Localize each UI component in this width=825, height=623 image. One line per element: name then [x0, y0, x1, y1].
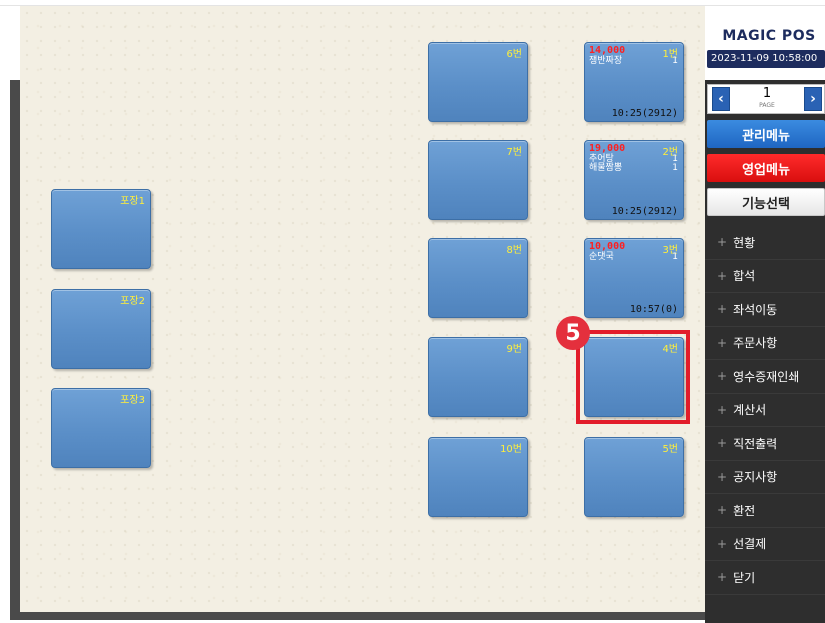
table-1[interactable]: 14,000 1번 쟁반짜장 1 10:25(2912) [584, 42, 684, 122]
order-item: 순댓국 1 [589, 253, 678, 262]
order-item-qty: 1 [672, 163, 678, 173]
page-navigator: ‹ 1 PAGE › [707, 84, 825, 114]
table-time: 10:25(2912) [611, 206, 678, 217]
highlight-box [576, 330, 690, 424]
panel-header: MAGIC POS 2023-11-09 10:58:00 [705, 6, 825, 80]
table-8[interactable]: 8번 [428, 238, 528, 318]
table-time: 10:57(0) [629, 304, 678, 315]
plus-icon: + [717, 503, 728, 518]
table-number: 8번 [506, 245, 522, 256]
menu-item-merge[interactable]: + 합석 [705, 260, 825, 293]
menu-item-order-notes[interactable]: + 주문사항 [705, 327, 825, 360]
plus-icon: + [717, 436, 728, 451]
side-panel: MAGIC POS 2023-11-09 10:58:00 ‹ 1 PAGE ›… [705, 6, 825, 623]
plus-icon: + [717, 570, 728, 585]
menu-item-prepay[interactable]: + 선결제 [705, 528, 825, 561]
datetime-display: 2023-11-09 10:58:00 [707, 50, 825, 68]
table-10[interactable]: 10번 [428, 437, 528, 517]
table-7[interactable]: 7번 [428, 140, 528, 220]
brand-logo: MAGIC POS [722, 28, 816, 44]
menu-item-label: 선결제 [733, 537, 767, 552]
menu-item-bill[interactable]: + 계산서 [705, 394, 825, 427]
order-items: 순댓국 1 [589, 253, 678, 262]
pos-screen: 6번 14,000 1번 쟁반짜장 1 10:25(2912) 7번 19,00… [0, 0, 825, 623]
floor-frame-left [10, 80, 20, 620]
plus-icon: + [717, 536, 728, 551]
takeout-3[interactable]: 포장3 [51, 388, 151, 468]
menu-item-label: 현황 [733, 235, 756, 250]
step-badge: 5 [556, 316, 590, 350]
order-items: 추어탕 1 해물짬뽕 1 [589, 155, 678, 173]
menu-item-label: 합석 [733, 269, 756, 284]
table-number: 포장1 [120, 196, 145, 207]
sales-menu-button[interactable]: 영업메뉴 [707, 154, 825, 182]
menu-item-label: 닫기 [733, 570, 756, 585]
menu-item-label: 영수증재인쇄 [733, 369, 800, 384]
table-amount: 14,000 [589, 45, 626, 56]
menu-item-label: 좌석이동 [733, 302, 778, 317]
plus-icon: + [717, 469, 728, 484]
menu-item-close[interactable]: + 닫기 [705, 561, 825, 595]
table-number: 포장2 [120, 296, 145, 307]
order-item-name: 쟁반짜장 [589, 56, 623, 66]
table-number: 5번 [662, 444, 678, 455]
chevron-left-icon[interactable]: ‹ [712, 87, 730, 111]
table-number: 6번 [506, 49, 522, 60]
plus-icon: + [717, 402, 728, 417]
plus-icon: + [717, 268, 728, 283]
table-number: 10번 [500, 444, 522, 455]
menu-item-status[interactable]: + 현황 [705, 226, 825, 260]
menu-item-label: 직전출력 [733, 436, 778, 451]
table-amount: 10,000 [589, 241, 626, 252]
table-5[interactable]: 5번 [584, 437, 684, 517]
table-number: 7번 [506, 147, 522, 158]
table-amount: 19,000 [589, 143, 626, 154]
menu-item-reprint-last[interactable]: + 직전출력 [705, 427, 825, 461]
chevron-right-icon[interactable]: › [804, 87, 822, 111]
menu-item-label: 계산서 [733, 403, 767, 418]
menu-item-label: 환전 [733, 503, 756, 518]
menu-item-reprint-receipt[interactable]: + 영수증재인쇄 [705, 360, 825, 394]
table-2[interactable]: 19,000 2번 추어탕 1 해물짬뽕 1 10:25(2912) [584, 140, 684, 220]
order-item-qty: 1 [672, 252, 678, 262]
order-item-name: 해물짬뽕 [589, 163, 623, 173]
plus-icon: + [717, 335, 728, 350]
order-item-name: 순댓국 [589, 252, 614, 262]
floor-frame-bottom [10, 612, 705, 620]
page-number: 1 [762, 86, 772, 101]
plus-icon: + [717, 302, 728, 317]
function-select-button[interactable]: 기능선택 [707, 188, 825, 216]
plus-icon: + [717, 369, 728, 384]
takeout-1[interactable]: 포장1 [51, 189, 151, 269]
menu-item-notice[interactable]: + 공지사항 [705, 461, 825, 494]
table-9[interactable]: 9번 [428, 337, 528, 417]
menu-item-exchange[interactable]: + 환전 [705, 494, 825, 528]
table-time: 10:25(2912) [611, 108, 678, 119]
menu-item-move-seat[interactable]: + 좌석이동 [705, 293, 825, 327]
menu-item-label: 공지사항 [733, 470, 778, 485]
table-number: 포장3 [120, 395, 145, 406]
order-item: 쟁반짜장 1 [589, 57, 678, 66]
takeout-2[interactable]: 포장2 [51, 289, 151, 369]
admin-menu-button[interactable]: 관리메뉴 [707, 120, 825, 148]
order-items: 쟁반짜장 1 [589, 57, 678, 66]
function-menu-list: + 현황 + 합석 + 좌석이동 + 주문사항 + 영수증재인쇄 + 계산서 + 직전출력 +… [705, 226, 825, 595]
table-number: 9번 [506, 344, 522, 355]
order-item-qty: 1 [672, 56, 678, 66]
table-6[interactable]: 6번 [428, 42, 528, 122]
menu-item-label: 주문사항 [733, 336, 778, 351]
page-caption: PAGE [759, 102, 775, 109]
order-item: 해물짬뽕 1 [589, 164, 678, 173]
table-3[interactable]: 10,000 3번 순댓국 1 10:57(0) [584, 238, 684, 318]
plus-icon: + [717, 235, 728, 250]
